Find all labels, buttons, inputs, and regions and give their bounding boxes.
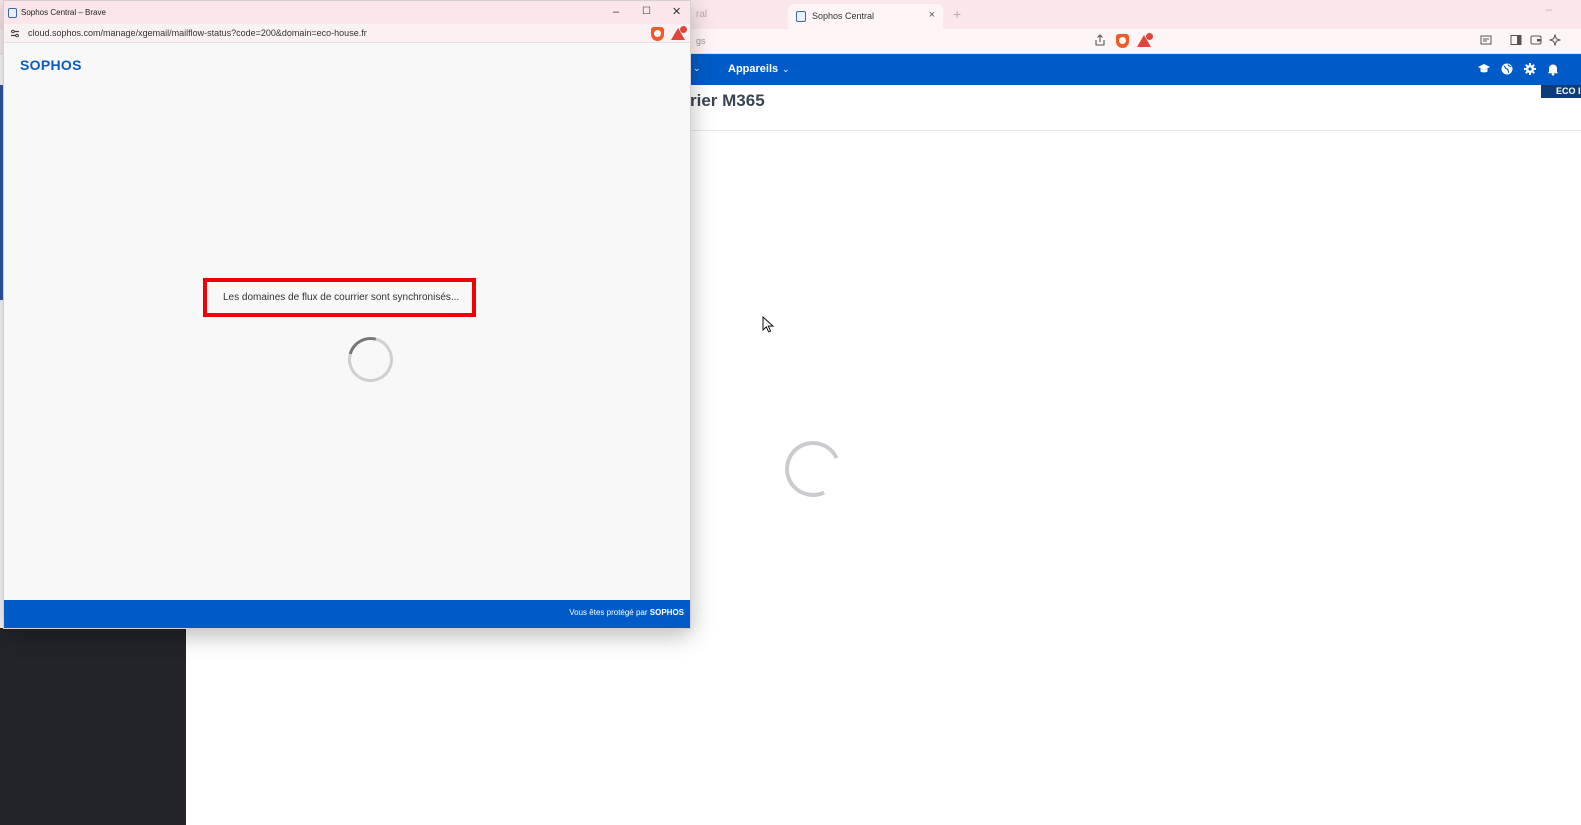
- chevron-down-icon[interactable]: ⌄: [693, 63, 701, 74]
- share-icon[interactable]: [1093, 34, 1107, 48]
- rewards-badge: [1146, 33, 1153, 40]
- brave-shield-icon[interactable]: [1116, 34, 1129, 48]
- sophos-logo: SOPHOS: [20, 57, 82, 73]
- bell-icon[interactable]: [1546, 62, 1560, 76]
- account-tab[interactable]: ECO I: [1541, 85, 1581, 98]
- title-divider: [690, 130, 1581, 131]
- popup-url-text[interactable]: cloud.sophos.com/manage/xgemail/mailflow…: [28, 28, 367, 38]
- brave-shield-icon[interactable]: [651, 27, 664, 41]
- maximize-button[interactable]: ☐: [642, 5, 651, 19]
- inactive-tab[interactable]: ral: [696, 9, 707, 20]
- loading-spinner: [777, 433, 849, 505]
- footer-brand: SOPHOS: [649, 608, 684, 617]
- sync-status-message: Les domaines de flux de courrier sont sy…: [223, 292, 460, 303]
- popup-window: Sophos Central – Brave – ☐ ✕ cloud.sopho…: [3, 0, 691, 629]
- tab-sophos-central[interactable]: Sophos Central ×: [788, 4, 943, 29]
- new-tab-button[interactable]: +: [953, 6, 961, 22]
- mouse-pointer-icon: [762, 316, 775, 333]
- popup-address-bar[interactable]: cloud.sophos.com/manage/xgemail/mailflow…: [4, 24, 690, 43]
- popup-content: SOPHOS Les domaines de flux de courrier …: [4, 43, 690, 600]
- close-tab-icon[interactable]: ×: [929, 9, 935, 21]
- protected-by-text: Vous êtes protégé par SOPHOS: [569, 608, 684, 617]
- close-button[interactable]: ✕: [672, 5, 681, 19]
- globe-icon[interactable]: [1500, 62, 1514, 76]
- loading-spinner: [339, 328, 402, 391]
- wallet-icon[interactable]: [1529, 34, 1543, 48]
- sophos-favicon-icon: [8, 8, 17, 18]
- popup-title: Sophos Central – Brave: [21, 8, 106, 17]
- url-text[interactable]: gs: [696, 36, 706, 46]
- graduation-cap-icon[interactable]: [1477, 62, 1491, 76]
- reader-mode-icon[interactable]: [1479, 34, 1493, 48]
- leo-ai-icon[interactable]: [1548, 33, 1562, 48]
- chevron-down-icon[interactable]: ⌄: [782, 64, 790, 75]
- sophos-top-nav: ⌄ Appareils ⌄: [690, 54, 1581, 85]
- footer-text: Vous êtes protégé par: [569, 608, 650, 617]
- nav-menu-appareils[interactable]: Appareils: [728, 63, 778, 75]
- tab-title: Sophos Central: [812, 11, 875, 21]
- site-info-icon[interactable]: [10, 29, 20, 40]
- sophos-favicon-icon: [796, 11, 806, 22]
- page-title: rier M365: [690, 91, 765, 110]
- gear-icon[interactable]: [1523, 62, 1537, 76]
- minimize-window-button[interactable]: –: [1546, 4, 1552, 16]
- minimize-button[interactable]: –: [613, 5, 619, 19]
- left-sidebar: [0, 628, 186, 825]
- popup-titlebar[interactable]: Sophos Central – Brave – ☐ ✕: [4, 1, 690, 24]
- rewards-badge: [680, 26, 687, 33]
- sidebar-toggle-icon[interactable]: [1509, 34, 1523, 48]
- popup-footer: Vous êtes protégé par SOPHOS: [4, 600, 690, 628]
- sync-status-box: Les domaines de flux de courrier sont sy…: [203, 278, 476, 317]
